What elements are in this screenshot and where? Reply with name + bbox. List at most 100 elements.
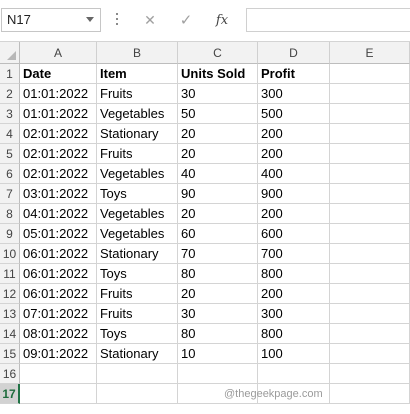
cell-b7[interactable]: Toys (97, 184, 178, 204)
cell-b5[interactable]: Fruits (97, 144, 178, 164)
cell-c7[interactable]: 90 (178, 184, 258, 204)
cell-e16[interactable] (330, 364, 410, 384)
cell-a12[interactable]: 06:01:2022 (20, 284, 97, 304)
cell-b12[interactable]: Fruits (97, 284, 178, 304)
cell-d11[interactable]: 800 (258, 264, 330, 284)
select-all-button[interactable] (0, 42, 20, 64)
cell-d2[interactable]: 300 (258, 84, 330, 104)
cancel-button[interactable]: ✕ (135, 8, 165, 32)
cell-c5[interactable]: 20 (178, 144, 258, 164)
cell-e9[interactable] (330, 224, 410, 244)
cell-d12[interactable]: 200 (258, 284, 330, 304)
chevron-down-icon[interactable] (86, 17, 94, 22)
cell-a5[interactable]: 02:01:2022 (20, 144, 97, 164)
row-header-5[interactable]: 5 (0, 144, 20, 164)
more-options-icon[interactable] (114, 10, 120, 30)
cell-b1[interactable]: Item (97, 64, 178, 84)
column-header-e[interactable]: E (330, 42, 410, 64)
cell-c13[interactable]: 30 (178, 304, 258, 324)
cell-e10[interactable] (330, 244, 410, 264)
row-header-16[interactable]: 16 (0, 364, 20, 384)
cell-c11[interactable]: 80 (178, 264, 258, 284)
cell-d9[interactable]: 600 (258, 224, 330, 244)
column-header-c[interactable]: C (178, 42, 258, 64)
cell-b13[interactable]: Fruits (97, 304, 178, 324)
formula-input[interactable] (246, 8, 410, 32)
cell-e17[interactable] (330, 384, 410, 404)
cell-b6[interactable]: Vegetables (97, 164, 178, 184)
row-header-2[interactable]: 2 (0, 84, 20, 104)
cell-e8[interactable] (330, 204, 410, 224)
row-header-12[interactable]: 12 (0, 284, 20, 304)
row-header-1[interactable]: 1 (0, 64, 20, 84)
cell-c16[interactable] (178, 364, 258, 384)
cell-a6[interactable]: 02:01:2022 (20, 164, 97, 184)
row-header-13[interactable]: 13 (0, 304, 20, 324)
cell-a16[interactable] (20, 364, 97, 384)
row-header-11[interactable]: 11 (0, 264, 20, 284)
row-header-15[interactable]: 15 (0, 344, 20, 364)
cell-e6[interactable] (330, 164, 410, 184)
cell-b11[interactable]: Toys (97, 264, 178, 284)
cell-a4[interactable]: 02:01:2022 (20, 124, 97, 144)
cell-e13[interactable] (330, 304, 410, 324)
cell-d13[interactable]: 300 (258, 304, 330, 324)
cell-c15[interactable]: 10 (178, 344, 258, 364)
cell-a15[interactable]: 09:01:2022 (20, 344, 97, 364)
cell-a17[interactable] (20, 384, 97, 404)
cell-b10[interactable]: Stationary (97, 244, 178, 264)
cell-e11[interactable] (330, 264, 410, 284)
cell-b3[interactable]: Vegetables (97, 104, 178, 124)
row-header-17[interactable]: 17 (0, 384, 20, 404)
cell-c6[interactable]: 40 (178, 164, 258, 184)
row-header-4[interactable]: 4 (0, 124, 20, 144)
cell-c14[interactable]: 80 (178, 324, 258, 344)
cell-c8[interactable]: 20 (178, 204, 258, 224)
cell-d15[interactable]: 100 (258, 344, 330, 364)
cell-a9[interactable]: 05:01:2022 (20, 224, 97, 244)
cell-b8[interactable]: Vegetables (97, 204, 178, 224)
cell-d8[interactable]: 200 (258, 204, 330, 224)
cell-c2[interactable]: 30 (178, 84, 258, 104)
cell-e4[interactable] (330, 124, 410, 144)
cell-d7[interactable]: 900 (258, 184, 330, 204)
cell-e1[interactable] (330, 64, 410, 84)
column-header-d[interactable]: D (258, 42, 330, 64)
cell-b17[interactable] (97, 384, 178, 404)
cell-e15[interactable] (330, 344, 410, 364)
cell-b4[interactable]: Stationary (97, 124, 178, 144)
cell-d14[interactable]: 800 (258, 324, 330, 344)
row-header-7[interactable]: 7 (0, 184, 20, 204)
cell-b2[interactable]: Fruits (97, 84, 178, 104)
cell-b14[interactable]: Toys (97, 324, 178, 344)
cell-c4[interactable]: 20 (178, 124, 258, 144)
cell-c12[interactable]: 20 (178, 284, 258, 304)
cell-a2[interactable]: 01:01:2022 (20, 84, 97, 104)
cell-e12[interactable] (330, 284, 410, 304)
cell-a11[interactable]: 06:01:2022 (20, 264, 97, 284)
insert-function-button[interactable]: fx (207, 8, 237, 32)
cell-e7[interactable] (330, 184, 410, 204)
cell-c1[interactable]: Units Sold (178, 64, 258, 84)
row-header-10[interactable]: 10 (0, 244, 20, 264)
cell-b16[interactable] (97, 364, 178, 384)
column-header-b[interactable]: B (97, 42, 178, 64)
column-header-a[interactable]: A (20, 42, 97, 64)
cell-e3[interactable] (330, 104, 410, 124)
cell-e2[interactable] (330, 84, 410, 104)
cell-d10[interactable]: 700 (258, 244, 330, 264)
cell-a10[interactable]: 06:01:2022 (20, 244, 97, 264)
cell-a1[interactable]: Date (20, 64, 97, 84)
cell-d5[interactable]: 200 (258, 144, 330, 164)
cell-b9[interactable]: Vegetables (97, 224, 178, 244)
cell-a8[interactable]: 04:01:2022 (20, 204, 97, 224)
cell-a13[interactable]: 07:01:2022 (20, 304, 97, 324)
row-header-6[interactable]: 6 (0, 164, 20, 184)
cell-b15[interactable]: Stationary (97, 344, 178, 364)
cell-d6[interactable]: 400 (258, 164, 330, 184)
row-header-8[interactable]: 8 (0, 204, 20, 224)
cell-d16[interactable] (258, 364, 330, 384)
cell-e5[interactable] (330, 144, 410, 164)
name-box[interactable]: N17 (1, 8, 101, 32)
cell-d4[interactable]: 200 (258, 124, 330, 144)
